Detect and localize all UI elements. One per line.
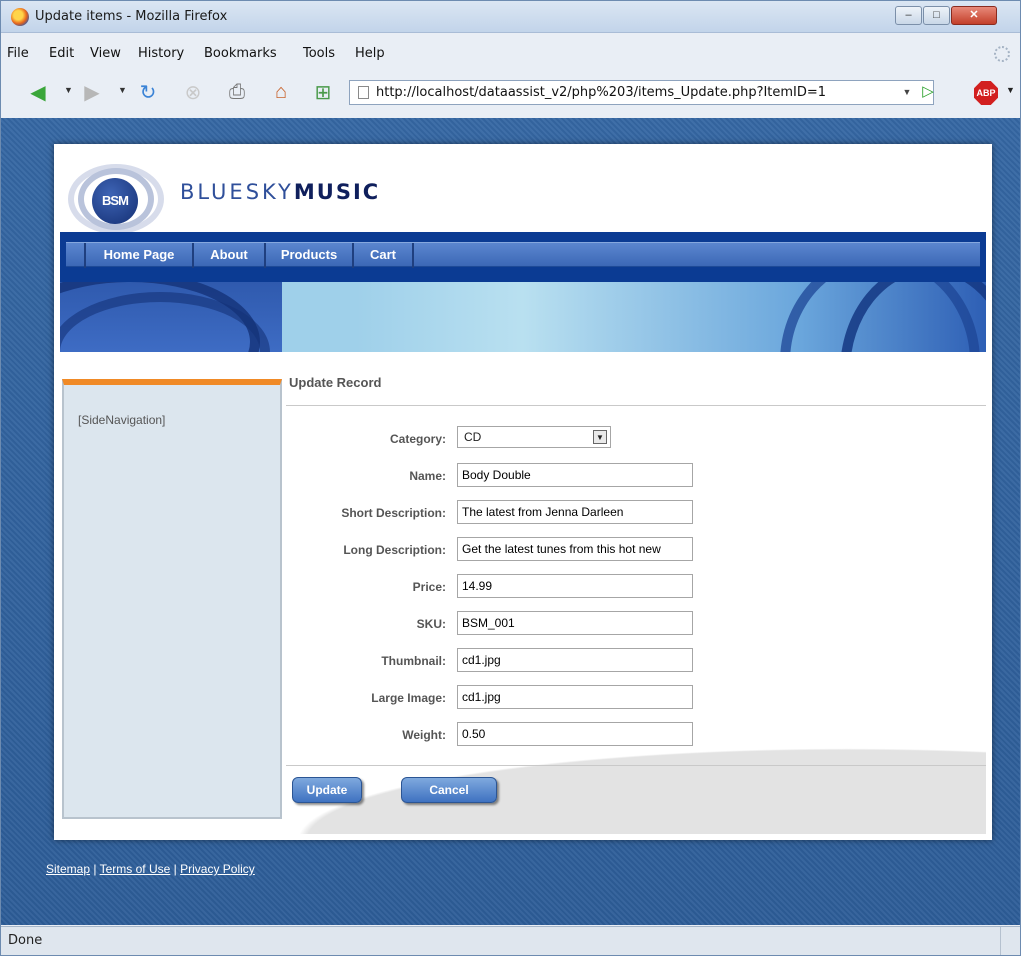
- form-row-short-description: Short Description:: [286, 500, 986, 526]
- status-text: Done: [8, 933, 43, 948]
- browser-window: Update items - Mozilla Firefox – □ ✕ Fil…: [0, 0, 1021, 956]
- side-navigation-panel: [SideNavigation]: [62, 379, 282, 819]
- print-icon[interactable]: ⎙: [224, 79, 250, 105]
- footer-separator: |: [173, 862, 177, 876]
- logo-badge: BSM: [92, 178, 138, 224]
- update-button[interactable]: Update: [292, 777, 362, 803]
- home-icon[interactable]: ⌂: [268, 79, 294, 105]
- stop-icon[interactable]: ⊗: [180, 79, 206, 105]
- window-title: Update items - Mozilla Firefox: [35, 9, 228, 24]
- sku-input[interactable]: [457, 611, 693, 635]
- privacy-policy-link[interactable]: Privacy Policy: [180, 862, 255, 876]
- cancel-button[interactable]: Cancel: [401, 777, 497, 803]
- page-icon: [358, 86, 369, 99]
- form-row-thumbnail: Thumbnail:: [286, 648, 986, 674]
- large-image-input[interactable]: [457, 685, 693, 709]
- long-description-label: Long Description:: [343, 543, 446, 557]
- nav-about[interactable]: About: [194, 243, 266, 268]
- menu-bookmarks[interactable]: Bookmarks: [204, 46, 277, 61]
- form-row-category: Category: CD ▼: [286, 426, 986, 452]
- nav-products[interactable]: Products: [266, 243, 354, 268]
- header-banner: [60, 282, 986, 352]
- price-input[interactable]: [457, 574, 693, 598]
- divider-top: [286, 405, 986, 406]
- close-button[interactable]: ✕: [951, 6, 997, 25]
- nav-cart[interactable]: Cart: [354, 243, 414, 268]
- forward-history-dropdown-icon[interactable]: ▼: [118, 85, 127, 95]
- new-tab-icon[interactable]: ⊞: [310, 79, 336, 105]
- go-icon[interactable]: ▷: [919, 82, 937, 102]
- menu-help[interactable]: Help: [355, 46, 385, 61]
- nav-home-page[interactable]: Home Page: [84, 243, 194, 268]
- address-bar[interactable]: http://localhost/dataassist_v2/php%203/i…: [349, 80, 934, 105]
- sitemap-link[interactable]: Sitemap: [46, 862, 90, 876]
- thumbnail-label: Thumbnail:: [381, 654, 446, 668]
- terms-of-use-link[interactable]: Terms of Use: [100, 862, 171, 876]
- category-label: Category:: [389, 432, 446, 446]
- short-description-input[interactable]: [457, 500, 693, 524]
- large-image-label: Large Image:: [371, 691, 446, 705]
- resize-grip-icon[interactable]: [1000, 927, 1018, 955]
- form-row-price: Price:: [286, 574, 986, 600]
- long-description-input[interactable]: [457, 537, 693, 561]
- footer-separator: |: [93, 862, 97, 876]
- adblock-plus-icon[interactable]: ABP: [974, 81, 998, 105]
- side-navigation-placeholder: [SideNavigation]: [78, 413, 166, 427]
- name-label: Name:: [409, 469, 446, 483]
- address-url[interactable]: http://localhost/dataassist_v2/php%203/i…: [376, 85, 826, 100]
- chevron-down-icon[interactable]: ▼: [593, 430, 607, 444]
- sku-label: SKU:: [416, 617, 446, 631]
- back-icon[interactable]: ◀: [25, 79, 51, 105]
- short-description-label: Short Description:: [341, 506, 446, 520]
- price-label: Price:: [412, 580, 446, 594]
- form-row-weight: Weight:: [286, 722, 986, 748]
- menu-history[interactable]: History: [138, 46, 184, 61]
- menu-edit[interactable]: Edit: [49, 46, 74, 61]
- thumbnail-input[interactable]: [457, 648, 693, 672]
- maximize-button[interactable]: □: [923, 6, 950, 25]
- form-row-large-image: Large Image:: [286, 685, 986, 711]
- category-select[interactable]: CD ▼: [457, 426, 611, 448]
- adblock-dropdown-icon[interactable]: ▼: [1006, 85, 1015, 95]
- page-viewport: BSM BLUESKYMUSIC Home Page About Product…: [1, 118, 1020, 925]
- name-input[interactable]: [457, 463, 693, 487]
- brand-light: BLUESKY: [180, 180, 294, 204]
- url-history-dropdown-icon[interactable]: ▼: [900, 82, 914, 103]
- weight-input[interactable]: [457, 722, 693, 746]
- site-container: BSM BLUESKYMUSIC Home Page About Product…: [54, 144, 992, 840]
- brand-bold: MUSIC: [293, 180, 381, 204]
- form-row-sku: SKU:: [286, 611, 986, 637]
- firefox-icon: [11, 8, 29, 26]
- form-row-long-description: Long Description:: [286, 537, 986, 563]
- main-nav: Home Page About Products Cart: [60, 232, 986, 282]
- category-selected-value: CD: [464, 430, 482, 444]
- minimize-button[interactable]: –: [895, 6, 922, 25]
- page-title: Update Record: [289, 375, 382, 390]
- menu-file[interactable]: File: [7, 46, 29, 61]
- menu-view[interactable]: View: [90, 46, 121, 61]
- menu-bar: File Edit View History Bookmarks Tools H…: [1, 42, 1020, 66]
- throbber-icon: [994, 46, 1010, 62]
- back-history-dropdown-icon[interactable]: ▼: [64, 85, 73, 95]
- form-row-name: Name:: [286, 463, 986, 489]
- status-bar: Done: [1, 926, 1020, 955]
- title-bar: Update items - Mozilla Firefox – □ ✕: [1, 1, 1020, 33]
- reload-icon[interactable]: ↻: [135, 79, 161, 105]
- brand-wordmark: BLUESKYMUSIC: [180, 180, 380, 204]
- footer-links: Sitemap | Terms of Use | Privacy Policy: [46, 862, 255, 876]
- forward-icon[interactable]: ▶: [79, 79, 105, 105]
- navigation-toolbar: ◀ ▼ ▶ ▼ ↻ ⊗ ⎙ ⌂ ⊞ http://localhost/dataa…: [1, 69, 1020, 115]
- divider-bottom: [286, 765, 986, 766]
- weight-label: Weight:: [402, 728, 446, 742]
- menu-tools[interactable]: Tools: [303, 46, 335, 61]
